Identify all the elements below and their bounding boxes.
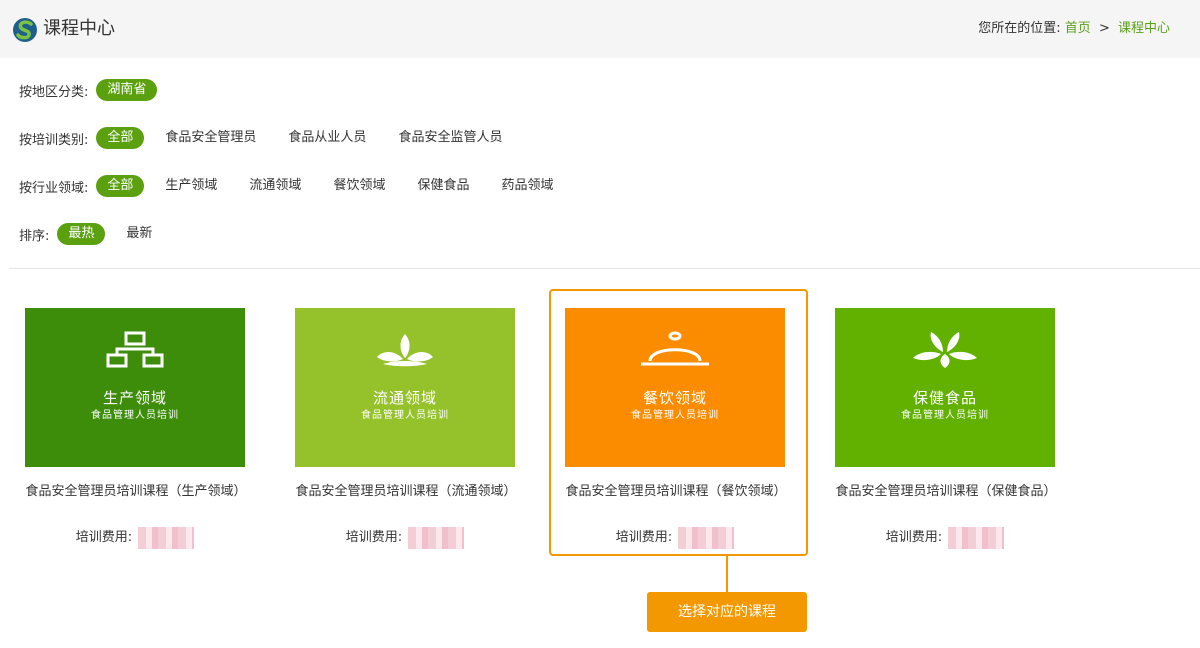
- thumbnail-subtitle: 食品管理人员培训: [901, 410, 989, 421]
- breadcrumb-home-link[interactable]: 首页: [1065, 21, 1091, 36]
- breadcrumb-prefix: 您所在的位置:: [978, 21, 1061, 36]
- training-option-food-worker[interactable]: 食品从业人员: [277, 127, 377, 149]
- industry-option-health-food[interactable]: 保健食品: [406, 175, 480, 197]
- industry-option-production[interactable]: 生产领域: [154, 175, 228, 197]
- fee-value-redacted: [948, 526, 1005, 549]
- filter-industry-label: 按行业领域:: [19, 180, 89, 196]
- selection-highlight: [549, 289, 808, 556]
- training-option-food-safety-manager[interactable]: 食品安全管理员: [154, 127, 267, 149]
- filter-region: 按地区分类: 湖南省: [19, 78, 167, 102]
- course-thumbnail[interactable]: 流通领域 食品管理人员培训: [295, 308, 515, 467]
- course-name[interactable]: 食品安全管理员培训课程（生产领域）: [16, 480, 256, 499]
- course-card-health-food[interactable]: 保健食品 食品管理人员培训 食品安全管理员培训课程（保健食品） 培训费用:: [835, 308, 1057, 549]
- course-card-circulation[interactable]: 流通领域 食品管理人员培训 食品安全管理员培训课程（流通领域） 培训费用:: [295, 308, 517, 549]
- industry-option-catering[interactable]: 餐饮领域: [322, 175, 396, 197]
- filter-industry: 按行业领域: 全部 生产领域 流通领域 餐饮领域 保健食品 药品领域: [19, 174, 574, 198]
- industry-option-all[interactable]: 全部: [96, 175, 145, 197]
- industry-option-drugs[interactable]: 药品领域: [490, 175, 564, 197]
- training-option-food-supervisor[interactable]: 食品安全监管人员: [387, 127, 513, 149]
- divider: [9, 268, 1200, 269]
- industry-option-circulation[interactable]: 流通领域: [238, 175, 312, 197]
- course-fee: 培训费用:: [25, 526, 245, 549]
- filter-sort: 排序: 最热 最新: [19, 222, 173, 246]
- course-name[interactable]: 食品安全管理员培训课程（保健食品）: [826, 480, 1066, 499]
- filter-sort-label: 排序:: [19, 228, 50, 244]
- leaves-icon: [913, 332, 977, 368]
- thumbnail-subtitle: 食品管理人员培训: [91, 410, 179, 421]
- breadcrumb: 您所在的位置: 首页 > 课程中心: [978, 20, 1170, 38]
- fee-label: 培训费用:: [75, 530, 133, 545]
- thumbnail-subtitle: 食品管理人员培训: [361, 410, 449, 421]
- breadcrumb-current-link[interactable]: 课程中心: [1118, 21, 1170, 36]
- course-thumbnail[interactable]: 保健食品 食品管理人员培训: [835, 308, 1055, 467]
- fee-label: 培训费用:: [345, 530, 403, 545]
- sort-option-newest[interactable]: 最新: [115, 223, 163, 245]
- sort-option-hottest[interactable]: 最热: [57, 223, 106, 245]
- org-chart-icon: [106, 331, 164, 368]
- course-fee: 培训费用:: [295, 526, 515, 549]
- fee-label: 培训费用:: [885, 530, 943, 545]
- filter-training: 按培训类别: 全部 食品安全管理员 食品从业人员 食品安全监管人员: [19, 126, 523, 150]
- callout-tip: 选择对应的课程: [647, 592, 807, 632]
- fee-value-redacted: [138, 526, 195, 549]
- callout-connector: [726, 556, 728, 592]
- logo-icon: [13, 18, 37, 42]
- region-option-hunan[interactable]: 湖南省: [96, 79, 158, 101]
- course-thumbnail[interactable]: 生产领域 食品管理人员培训: [25, 308, 245, 467]
- thumbnail-title: 流通领域: [372, 389, 437, 407]
- course-card-production[interactable]: 生产领域 食品管理人员培训 食品安全管理员培训课程（生产领域） 培训费用:: [25, 308, 247, 549]
- filter-training-label: 按培训类别:: [19, 132, 89, 148]
- course-fee: 培训费用:: [835, 526, 1055, 549]
- training-option-all[interactable]: 全部: [96, 127, 145, 149]
- fee-value-redacted: [408, 526, 465, 549]
- page-title: 课程中心: [43, 18, 115, 39]
- filter-region-label: 按地区分类:: [19, 84, 89, 100]
- sprout-icon: [377, 334, 433, 367]
- breadcrumb-separator: >: [1098, 21, 1110, 36]
- course-name[interactable]: 食品安全管理员培训课程（流通领域）: [286, 480, 526, 499]
- header-bar: 课程中心 您所在的位置: 首页 > 课程中心: [0, 0, 1200, 58]
- thumbnail-title: 生产领域: [102, 389, 167, 407]
- thumbnail-title: 保健食品: [912, 389, 977, 407]
